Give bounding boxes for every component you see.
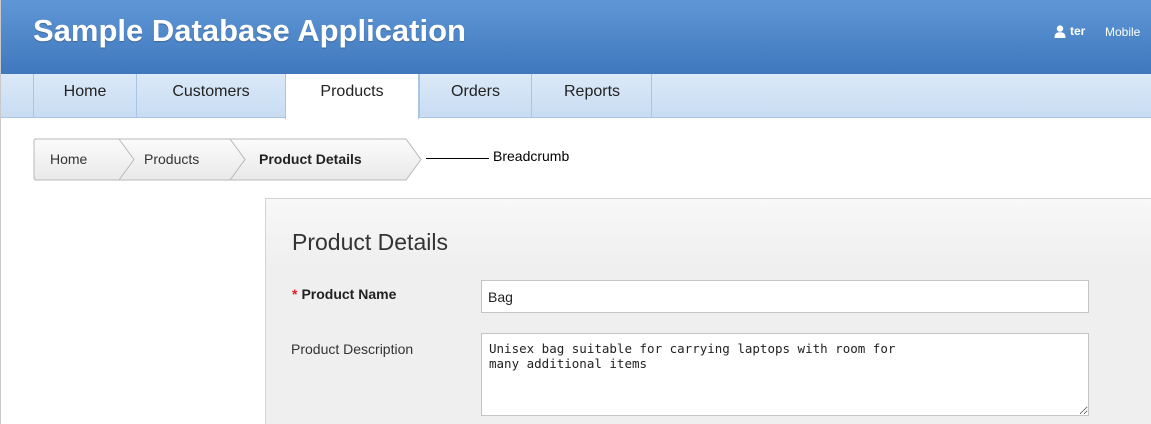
product-details-region: Product Details *Product Name Product De… [265, 198, 1151, 424]
required-marker: * [292, 286, 298, 302]
tab-divider [651, 74, 652, 117]
tab-home[interactable]: Home [33, 74, 136, 117]
region-title: Product Details [292, 229, 448, 255]
tab-orders[interactable]: Orders [419, 74, 531, 117]
breadcrumb-callout-label: Breadcrumb [493, 148, 570, 164]
product-description-textarea[interactable]: Unisex bag suitable for carrying laptops… [481, 333, 1089, 416]
callout-line [426, 158, 489, 159]
tab-bar: Home Customers Products Orders Reports [1, 74, 1151, 119]
app-title[interactable]: Sample Database Application [33, 13, 466, 49]
product-name-label-text: Product Name [301, 286, 397, 302]
product-name-label: * Product Name [292, 286, 396, 302]
app-header: Sample Database Application ter Mobile [1, 0, 1151, 74]
breadcrumb-item-products[interactable]: Products [144, 138, 199, 180]
tab-reports[interactable]: Reports [531, 74, 652, 117]
product-description-label: Product Description [291, 341, 414, 357]
breadcrumb-item-current: Product Details [259, 151, 362, 167]
mobile-link[interactable]: Mobile [1105, 25, 1140, 39]
product-name-input[interactable] [481, 280, 1089, 313]
breadcrumb-shape [33, 138, 422, 181]
tab-products[interactable]: Products [285, 74, 419, 119]
application-page: Sample Database Application ter Mobile H… [0, 0, 1151, 424]
user-icon [1054, 24, 1066, 38]
tab-customers[interactable]: Customers [136, 74, 285, 117]
username: ter [1070, 24, 1086, 38]
breadcrumb-item-home[interactable]: Home [50, 138, 87, 180]
user-menu[interactable]: ter [1054, 24, 1085, 38]
